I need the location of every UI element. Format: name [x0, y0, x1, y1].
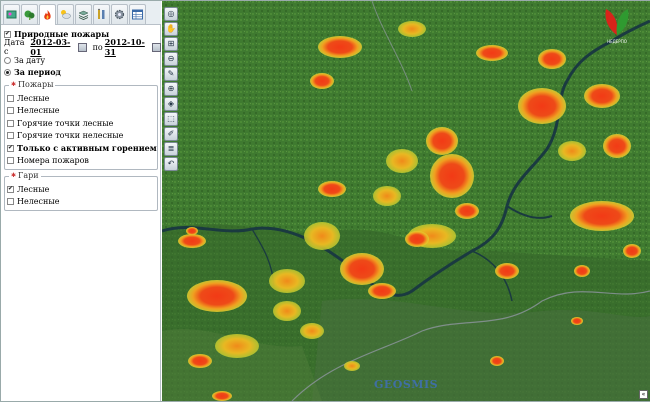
- fire-numbers-option[interactable]: Номера пожаров: [5, 155, 157, 168]
- burns-nonforest-option[interactable]: Нелесные: [5, 196, 157, 209]
- hand-icon: ✋: [166, 24, 176, 33]
- tab-settings[interactable]: [111, 4, 128, 24]
- zoom-box-icon: ⊞: [167, 39, 175, 48]
- gear-icon: [114, 9, 125, 20]
- date-from-value[interactable]: 2012-03-01: [30, 37, 75, 57]
- app-window: Природные пожары Дата с 2012-03-01 по 20…: [0, 0, 650, 402]
- expand-icon: «: [641, 391, 646, 398]
- fires-nonforest-option[interactable]: Нелесные: [5, 105, 157, 118]
- zoom-out-icon: ⊖: [167, 54, 175, 63]
- collapse-icon[interactable]: ✱: [11, 81, 16, 88]
- fires-nonforest-checkbox[interactable]: [7, 107, 14, 115]
- pan-button[interactable]: ✋: [164, 22, 178, 36]
- layers-stack-icon: ≣: [167, 144, 175, 153]
- mode-by-date-label: За дату: [14, 55, 46, 65]
- undo-icon: ↶: [167, 159, 175, 168]
- map-view[interactable]: ◎ ✋ ⊞ ⊖ ✎ ⊕ ◈ ⬚ ✐ ≣ ↶ НЕДЕРПО GEOSMIS «: [162, 1, 650, 401]
- geosmis-watermark: GEOSMIS: [374, 378, 439, 391]
- collapse-icon[interactable]: ✱: [11, 172, 16, 179]
- active-burning-checkbox[interactable]: [7, 144, 14, 152]
- layers-icon: [6, 10, 17, 19]
- forest-icon: [24, 10, 35, 20]
- zoom-box-button[interactable]: ⊞: [164, 37, 178, 51]
- date-from-label: Дата с: [4, 38, 25, 56]
- fire-numbers-checkbox[interactable]: [7, 157, 14, 165]
- identify-icon: ◈: [167, 99, 175, 108]
- undo-button[interactable]: ↶: [164, 157, 178, 171]
- full-extent-button[interactable]: ◎: [164, 7, 178, 21]
- mode-period-radio[interactable]: [4, 68, 11, 76]
- zoom-out-button[interactable]: ⊖: [164, 52, 178, 66]
- hotspots-forest-option[interactable]: Горячие точки лесные: [5, 117, 157, 130]
- fire-icon: [44, 9, 51, 20]
- svg-text:НЕДЕРПО: НЕДЕРПО: [607, 39, 627, 44]
- active-burning-option[interactable]: Только с активным горением: [5, 142, 157, 155]
- satellite-map[interactable]: [162, 1, 650, 401]
- burns-forest-checkbox[interactable]: [7, 185, 14, 193]
- date-range: Дата с 2012-03-01 по 2012-10-31: [1, 37, 162, 57]
- fires-forest-checkbox[interactable]: [7, 94, 14, 102]
- sidebar: Природные пожары Дата с 2012-03-01 по 20…: [1, 1, 162, 401]
- burns-group-legend: ✱ Гари: [9, 171, 41, 180]
- burns-forest-option[interactable]: Лесные: [5, 183, 157, 196]
- expand-corner-button[interactable]: «: [639, 390, 648, 399]
- tab-bar: [1, 1, 161, 25]
- layers-button[interactable]: ≣: [164, 142, 178, 156]
- tab-tools[interactable]: [93, 4, 110, 24]
- tab-table[interactable]: [129, 4, 146, 24]
- mode-by-date-radio[interactable]: [4, 56, 11, 64]
- weather-icon: [61, 10, 71, 19]
- tab-layers[interactable]: [3, 4, 20, 24]
- tools-icon: [98, 8, 105, 19]
- stack-icon: [78, 10, 89, 20]
- date-to-value[interactable]: 2012-10-31: [105, 37, 150, 57]
- globe-icon: ◎: [167, 9, 175, 18]
- date-to-label: по: [92, 42, 103, 52]
- zoom-in-button[interactable]: ⊕: [164, 82, 178, 96]
- date-to-calendar-icon[interactable]: [152, 42, 162, 52]
- tab-fires[interactable]: [39, 4, 56, 25]
- hotspots-nonforest-checkbox[interactable]: [7, 132, 14, 140]
- mode-period-option[interactable]: За период: [1, 66, 161, 78]
- burns-group: ✱Гари Лесные Нелесные: [4, 171, 158, 211]
- tab-stack[interactable]: [75, 4, 92, 24]
- fires-group-legend: ✱ Пожары: [9, 80, 56, 89]
- burns-nonforest-checkbox[interactable]: [7, 198, 14, 206]
- mode-period-label: За период: [14, 67, 61, 77]
- fires-forest-option[interactable]: Лесные: [5, 92, 157, 105]
- select-button[interactable]: ⬚: [164, 112, 178, 126]
- pencil-icon: ✐: [167, 129, 175, 138]
- tab-weather[interactable]: [57, 4, 74, 24]
- table-icon: [132, 9, 143, 20]
- hotspots-nonforest-option[interactable]: Горячие точки нелесные: [5, 130, 157, 143]
- measure-button[interactable]: ✎: [164, 67, 178, 81]
- natural-fires-checkbox[interactable]: [4, 30, 11, 38]
- magnifier-icon: ⊕: [167, 84, 175, 93]
- hotspots-forest-checkbox[interactable]: [7, 119, 14, 127]
- identify-button[interactable]: ◈: [164, 97, 178, 111]
- select-icon: ⬚: [167, 114, 175, 123]
- ruler-icon: ✎: [167, 69, 175, 78]
- fires-group: ✱ Пожары Лесные Нелесные Горячие точки ле…: [4, 80, 158, 170]
- map-toolbar: ◎ ✋ ⊞ ⊖ ✎ ⊕ ◈ ⬚ ✐ ≣ ↶: [164, 7, 180, 172]
- date-from-calendar-icon[interactable]: [77, 42, 87, 52]
- draw-button[interactable]: ✐: [164, 127, 178, 141]
- tab-forest[interactable]: [21, 4, 38, 24]
- brand-logo: НЕДЕРПО: [605, 9, 629, 44]
- fires-panel: Природные пожары Дата с 2012-03-01 по 20…: [1, 26, 162, 211]
